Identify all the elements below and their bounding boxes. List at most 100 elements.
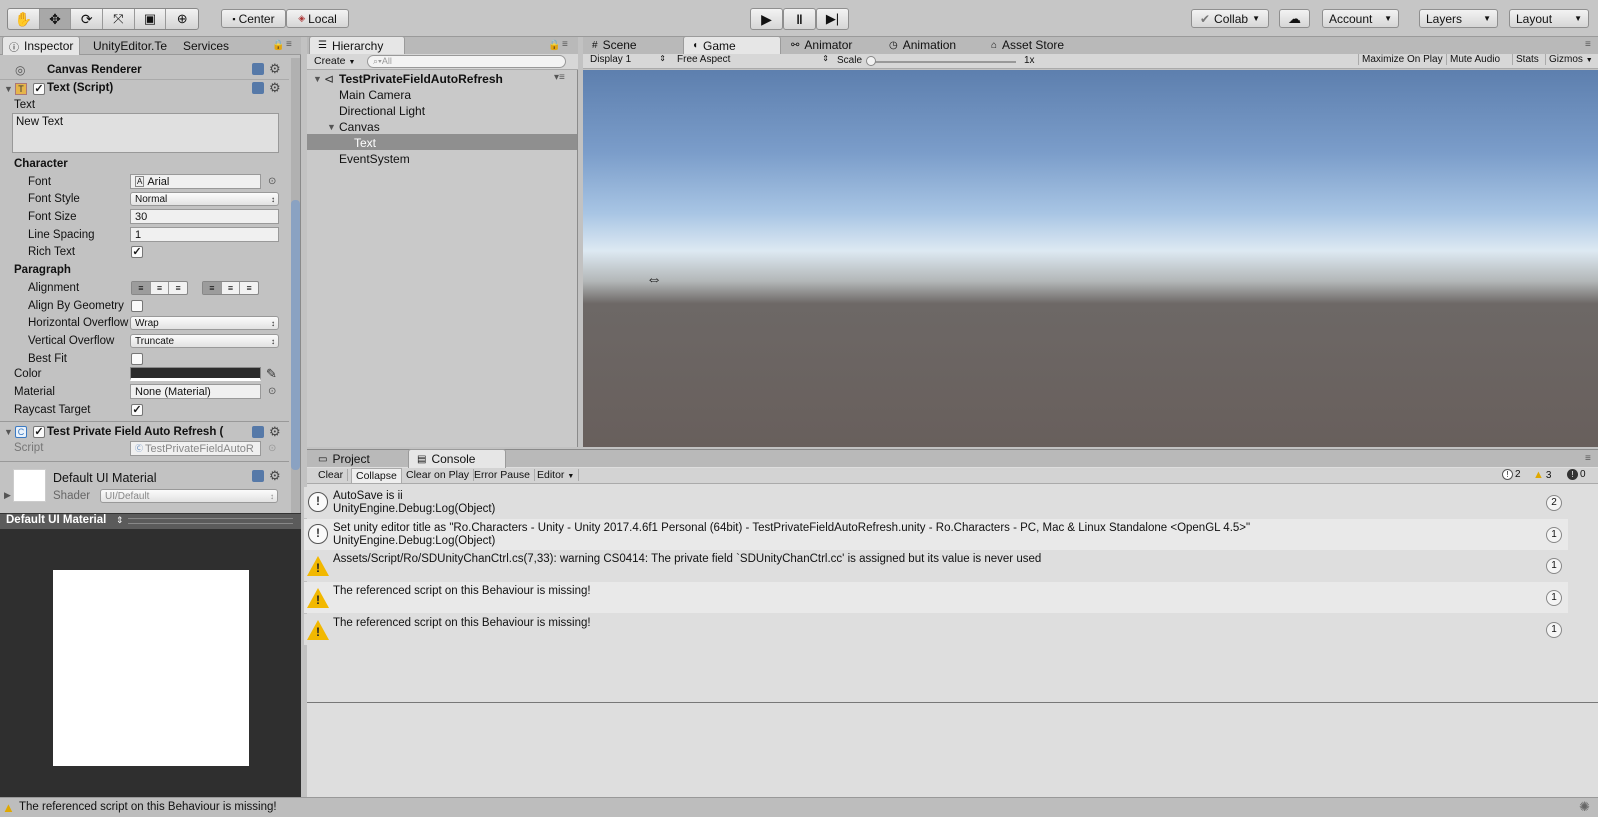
- panel-menu-icon[interactable]: ≡: [286, 39, 292, 50]
- scene-root[interactable]: TestPrivateFieldAutoRefresh: [339, 72, 503, 86]
- tab-inspector[interactable]: ⓘ Inspector: [2, 36, 81, 55]
- raycast-target-checkbox[interactable]: ✓: [131, 404, 143, 416]
- font-style-dropdown[interactable]: Normal: [130, 192, 279, 206]
- aspect-dropdown[interactable]: Free Aspect ⇕: [677, 54, 829, 65]
- help-book-icon[interactable]: [252, 470, 264, 482]
- hierarchy-search-input[interactable]: ⌕▾All: [367, 55, 566, 68]
- stats-button[interactable]: Stats: [1512, 54, 1542, 65]
- tab-animation[interactable]: ◷ Animation: [881, 36, 964, 54]
- align-middle-icon[interactable]: ≡: [220, 282, 240, 294]
- console-row[interactable]: The referenced script on this Behaviour …: [304, 614, 1568, 645]
- rect-tool-icon[interactable]: ▣: [135, 9, 167, 29]
- help-book-icon[interactable]: [252, 82, 264, 94]
- mute-audio-button[interactable]: Mute Audio: [1446, 54, 1503, 65]
- best-fit-checkbox[interactable]: [131, 353, 143, 365]
- font-field[interactable]: A Arial: [130, 174, 261, 189]
- scale-slider-track[interactable]: [869, 61, 1016, 63]
- align-center-icon[interactable]: ≡: [149, 282, 169, 294]
- create-dropdown[interactable]: Create ▼: [314, 55, 355, 67]
- color-swatch[interactable]: [130, 367, 261, 381]
- clear-button[interactable]: Clear: [314, 469, 349, 481]
- lock-icon[interactable]: 🔒: [548, 40, 560, 51]
- font-size-input[interactable]: 30: [130, 209, 279, 224]
- hierarchy-item-canvas[interactable]: Canvas: [339, 120, 380, 134]
- foldout-arrow-icon[interactable]: ▼: [4, 427, 13, 437]
- transform-tool-icon[interactable]: ⊕: [166, 9, 198, 29]
- horizontal-overflow-dropdown[interactable]: Wrap: [130, 316, 279, 330]
- gear-icon[interactable]: ⚙: [269, 468, 281, 484]
- status-message[interactable]: The referenced script on this Behaviour …: [19, 801, 277, 813]
- eyedropper-icon[interactable]: ✎: [266, 366, 277, 382]
- maximize-on-play-button[interactable]: Maximize On Play: [1358, 54, 1446, 65]
- layers-dropdown[interactable]: Layers ▼: [1419, 9, 1498, 28]
- help-book-icon[interactable]: [252, 426, 264, 438]
- play-button[interactable]: ▶: [750, 8, 783, 30]
- tab-animator[interactable]: ⚯ Animator: [783, 36, 860, 54]
- tab-game[interactable]: ◖ Game: [683, 36, 781, 54]
- account-dropdown[interactable]: Account ▼: [1322, 9, 1399, 28]
- object-picker-icon[interactable]: ⊙: [268, 386, 276, 397]
- collapse-button[interactable]: Collapse: [351, 468, 402, 484]
- pivot-local-button[interactable]: ◈ Local: [286, 9, 349, 28]
- console-row[interactable]: Assets/Script/Ro/SDUnityChanCtrl.cs(7,33…: [304, 550, 1568, 581]
- align-left-icon[interactable]: ≡: [132, 282, 150, 294]
- tab-console[interactable]: ▤ Console: [408, 449, 506, 468]
- error-count-toggle[interactable]: ! 0: [1567, 469, 1586, 480]
- preview-drag-handle[interactable]: [128, 518, 293, 524]
- scale-tool-icon[interactable]: ⤧: [103, 9, 135, 29]
- editor-dropdown[interactable]: Editor ▼: [533, 469, 580, 481]
- tab-asset-store[interactable]: ⌂ Asset Store: [983, 36, 1072, 54]
- pivot-center-button[interactable]: ▪ Center: [221, 9, 286, 28]
- align-by-geometry-checkbox[interactable]: [131, 300, 143, 312]
- game-viewport[interactable]: [583, 70, 1598, 447]
- test-component-enabled-checkbox[interactable]: ✓: [33, 426, 45, 438]
- panel-menu-icon[interactable]: ≡: [1585, 453, 1591, 464]
- tab-scene[interactable]: # Scene: [584, 36, 645, 54]
- info-count-toggle[interactable]: ! 2: [1502, 469, 1521, 480]
- foldout-arrow-icon[interactable]: ▼: [4, 84, 13, 94]
- gear-icon[interactable]: ⚙: [269, 61, 281, 77]
- tab-unityeditor[interactable]: UnityEditor.Te: [85, 36, 175, 55]
- pause-button[interactable]: ‖: [783, 8, 816, 30]
- hand-tool-icon[interactable]: ✋: [8, 9, 40, 29]
- warn-count-toggle[interactable]: ▲ 3: [1533, 469, 1551, 481]
- vertical-overflow-dropdown[interactable]: Truncate: [130, 334, 279, 348]
- gear-icon[interactable]: ⚙: [269, 80, 281, 96]
- step-button[interactable]: ▶|: [816, 8, 849, 30]
- align-top-icon[interactable]: ≡: [203, 282, 221, 294]
- line-spacing-input[interactable]: 1: [130, 227, 279, 242]
- tab-hierarchy[interactable]: ☰ Hierarchy: [309, 36, 405, 54]
- panel-menu-icon[interactable]: ≡: [562, 39, 568, 50]
- scene-menu-icon[interactable]: ▾≡: [554, 72, 565, 83]
- inspector-scrollbar[interactable]: [291, 200, 300, 470]
- rotate-tool-icon[interactable]: ⟳: [71, 9, 104, 29]
- console-row[interactable]: The referenced script on this Behaviour …: [304, 582, 1568, 613]
- align-bottom-icon[interactable]: ≡: [239, 282, 258, 294]
- hierarchy-item-directional-light[interactable]: Directional Light: [339, 104, 425, 118]
- display-dropdown[interactable]: Display 1 ⇕: [590, 54, 666, 65]
- tab-project[interactable]: ▭ Project: [310, 450, 378, 468]
- layout-dropdown[interactable]: Layout ▼: [1509, 9, 1589, 28]
- text-enabled-checkbox[interactable]: ✓: [33, 83, 45, 95]
- align-right-icon[interactable]: ≡: [168, 282, 187, 294]
- text-input[interactable]: New Text: [12, 113, 279, 153]
- rich-text-checkbox[interactable]: ✓: [131, 246, 143, 258]
- hierarchy-item-text[interactable]: Text: [354, 136, 376, 150]
- material-field[interactable]: None (Material): [130, 384, 261, 399]
- cloud-button[interactable]: ☁: [1279, 9, 1310, 28]
- foldout-arrow-icon[interactable]: ▶: [4, 490, 11, 501]
- scale-slider-thumb[interactable]: [866, 56, 876, 66]
- foldout-arrow-icon[interactable]: ▼: [327, 122, 336, 132]
- move-tool-icon[interactable]: ✥: [39, 9, 72, 29]
- gizmos-dropdown[interactable]: Gizmos ▼: [1545, 54, 1596, 65]
- panel-menu-icon[interactable]: ≡: [1585, 39, 1591, 50]
- dropdown-arrow-icon[interactable]: ⇕: [116, 515, 124, 526]
- clear-on-play-button[interactable]: Clear on Play: [402, 469, 475, 481]
- tab-services[interactable]: Services: [175, 36, 237, 55]
- error-pause-button[interactable]: Error Pause: [470, 469, 536, 481]
- lock-icon[interactable]: 🔒: [272, 40, 284, 51]
- canvas-renderer-header[interactable]: [0, 61, 289, 80]
- object-picker-icon[interactable]: ⊙: [268, 176, 276, 187]
- foldout-arrow-icon[interactable]: ▼: [313, 74, 322, 84]
- hierarchy-item-main-camera[interactable]: Main Camera: [339, 88, 411, 102]
